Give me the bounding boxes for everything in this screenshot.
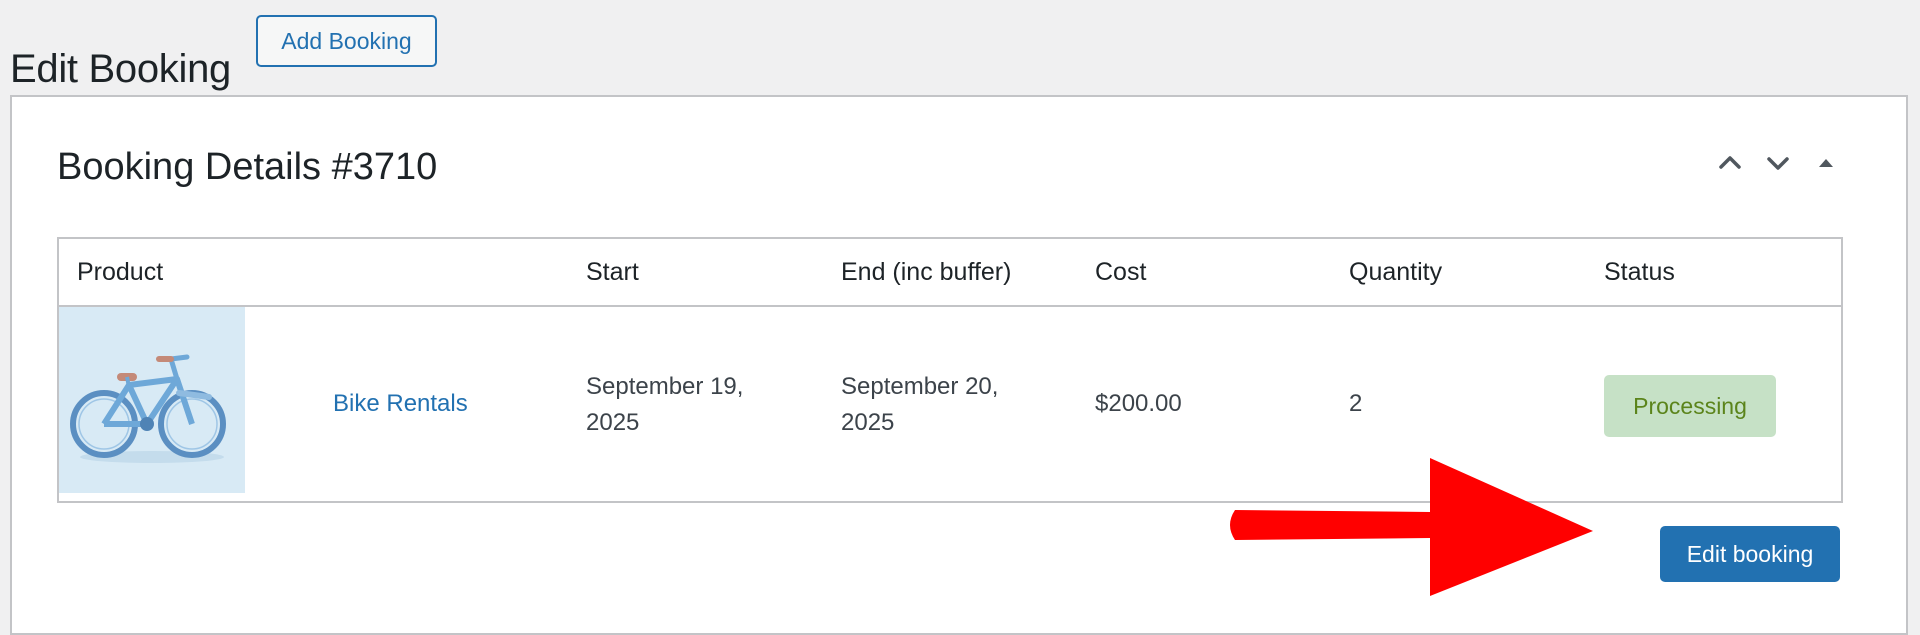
chevron-up-icon[interactable] (1716, 149, 1744, 177)
column-end: End (inc buffer) (841, 257, 1012, 286)
edit-booking-button[interactable]: Edit booking (1660, 526, 1840, 582)
quantity-value: 2 (1349, 390, 1363, 417)
column-status: Status (1604, 257, 1675, 286)
product-link[interactable]: Bike Rentals (333, 386, 468, 422)
triangle-up-icon[interactable] (1812, 149, 1840, 177)
bicycle-image (59, 307, 245, 493)
column-product: Product (77, 257, 164, 286)
column-cost: Cost (1095, 257, 1147, 286)
start-date-line1: September 19, (586, 373, 744, 400)
booking-details-panel: Booking Details #3710 Product Start End … (10, 95, 1908, 635)
red-arrow-annotation (1230, 458, 1593, 596)
end-date-line2: 2025 (841, 409, 895, 436)
end-date: September 20, 2025 (841, 369, 998, 441)
page-title: Edit Booking (10, 46, 231, 91)
start-date: September 19, 2025 (586, 369, 743, 441)
column-start: Start (586, 257, 639, 286)
end-date-line1: September 20, (841, 373, 999, 400)
chevron-down-icon[interactable] (1764, 149, 1792, 177)
panel-title: Booking Details #3710 (57, 146, 438, 188)
column-quantity: Quantity (1349, 257, 1443, 286)
add-booking-button[interactable]: Add Booking (256, 15, 437, 67)
status-badge: Processing (1604, 375, 1776, 437)
start-date-line2: 2025 (586, 409, 640, 436)
panel-handle-actions (1716, 149, 1840, 177)
table-header: Product Start End (inc buffer) Cost Quan… (59, 239, 1841, 307)
cost-value: $200.00 (1095, 390, 1182, 417)
